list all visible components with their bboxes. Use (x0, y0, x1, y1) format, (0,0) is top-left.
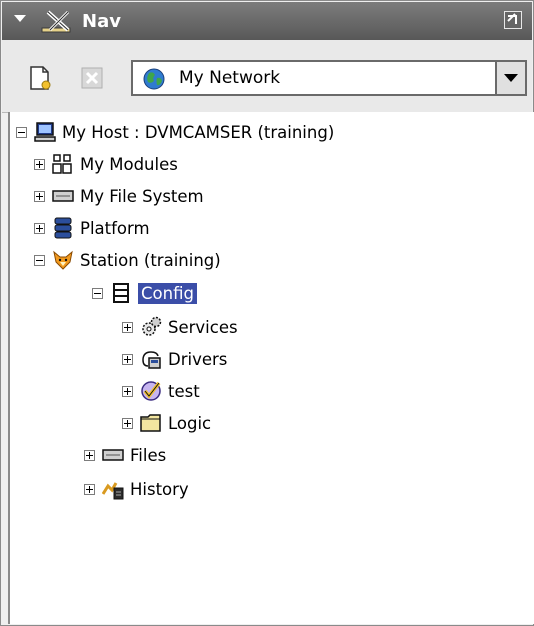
network-select-value: My Network (179, 68, 281, 88)
collapse-toggle-icon[interactable] (92, 287, 103, 299)
expand-toggle-icon[interactable] (122, 417, 133, 429)
maximize-icon[interactable] (504, 11, 522, 29)
tree-node-files[interactable]: Files (84, 440, 166, 470)
expand-toggle-icon[interactable] (34, 190, 45, 202)
checkmark-icon (140, 380, 162, 402)
expand-toggle-icon[interactable] (122, 385, 133, 397)
tree-node-logic[interactable]: Logic (122, 408, 211, 438)
tree-node-label: Station (training) (80, 250, 221, 270)
nav-x-icon (40, 8, 74, 36)
drive-icon (52, 185, 74, 207)
config-icon (110, 282, 132, 304)
tree-node-label: History (130, 479, 189, 499)
new-document-icon (26, 66, 54, 96)
tree-node-platform[interactable]: Platform (34, 213, 150, 243)
panel-title: Nav (82, 11, 121, 32)
tree-node-test[interactable]: test (122, 376, 200, 406)
globe-icon (143, 68, 165, 90)
modules-icon (52, 153, 74, 175)
folder-icon (140, 412, 162, 434)
expand-toggle-icon[interactable] (122, 353, 133, 365)
platform-icon (52, 217, 74, 239)
chevron-down-icon[interactable] (495, 62, 525, 94)
delete-icon (78, 67, 106, 96)
tree-node-label: Services (168, 317, 238, 337)
tree-node-services[interactable]: Services (122, 312, 238, 342)
drive-icon (102, 444, 124, 466)
tree-node-station[interactable]: Station (training) (34, 245, 221, 275)
tree-node-label: test (168, 381, 200, 401)
collapse-toggle-icon[interactable] (16, 126, 27, 138)
tree-node-label: My Host : DVMCAMSER (training) (62, 122, 335, 142)
expand-toggle-icon[interactable] (122, 321, 133, 333)
tree-node-label: Drivers (168, 349, 228, 369)
fox-icon (52, 249, 74, 271)
tree-node-label-selected: Config (138, 282, 197, 304)
history-icon (102, 478, 124, 500)
tree-node-config[interactable]: Config (92, 278, 197, 308)
expand-toggle-icon[interactable] (84, 449, 95, 461)
nav-panel: Nav My Network My Host: DVMCAMSER (trai… (0, 0, 534, 626)
drivers-icon (140, 348, 162, 370)
expand-toggle-icon[interactable] (34, 222, 45, 234)
nav-tree: My Host : DVMCAMSER (training) My Module… (8, 112, 534, 624)
tree-node-modules[interactable]: My Modules (34, 149, 178, 179)
tree-node-label: My Modules (80, 154, 178, 174)
gears-icon (140, 316, 162, 338)
computer-icon (34, 121, 56, 143)
new-button[interactable] (26, 64, 54, 92)
collapse-arrow-icon[interactable] (14, 15, 26, 22)
expand-toggle-icon[interactable] (84, 483, 95, 495)
nav-toolbar: My Network (2, 40, 532, 113)
network-select[interactable]: My Network (131, 60, 527, 96)
tree-node-label: Files (130, 445, 167, 465)
tree-node-label: Logic (168, 413, 212, 433)
tree-node-label: My File System (80, 186, 204, 206)
tree-node-history[interactable]: History (84, 474, 189, 504)
tree-node-label: Platform (80, 218, 150, 238)
expand-toggle-icon[interactable] (34, 158, 45, 170)
tree-node-drivers[interactable]: Drivers (122, 344, 227, 374)
tree-node-host[interactable]: My Host : DVMCAMSER (training) (16, 117, 334, 147)
collapse-toggle-icon[interactable] (34, 254, 45, 266)
nav-title-bar: Nav (2, 2, 532, 40)
delete-button[interactable] (78, 64, 106, 92)
tree-node-file-system[interactable]: My File System (34, 181, 204, 211)
